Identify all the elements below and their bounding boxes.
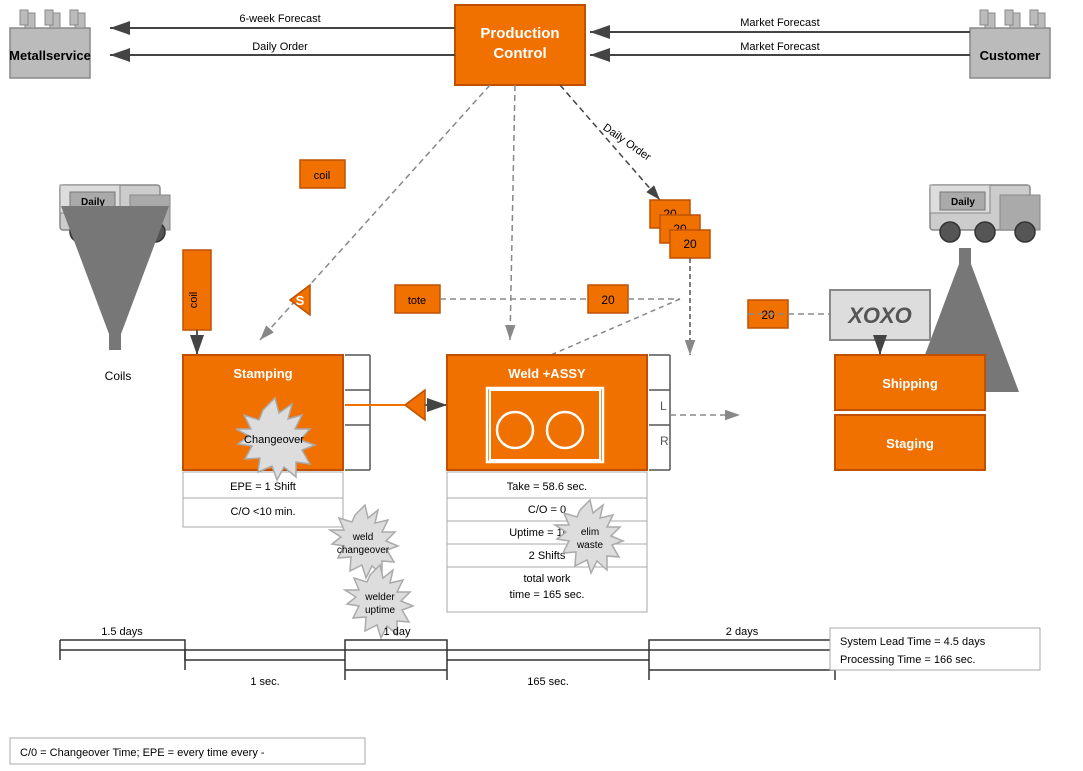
svg-text:20: 20 xyxy=(663,207,677,221)
svg-text:Weld +ASSY: Weld +ASSY xyxy=(508,366,586,381)
svg-text:C/0 = Changeover Time; EPE = e: C/0 = Changeover Time; EPE = every time … xyxy=(20,747,265,759)
svg-text:changeover: changeover xyxy=(337,545,390,556)
svg-text:Take = 58.6 sec.: Take = 58.6 sec. xyxy=(507,481,587,493)
svg-text:C/O <10 min.: C/O <10 min. xyxy=(230,506,295,518)
svg-text:2 days: 2 days xyxy=(726,626,759,638)
svg-text:2 Shifts: 2 Shifts xyxy=(529,550,566,562)
svg-text:Staging: Staging xyxy=(886,436,934,451)
svg-text:weld: weld xyxy=(352,532,374,543)
arrows-svg: Metallservice Customer Production Contro… xyxy=(0,0,1083,771)
svg-text:20: 20 xyxy=(673,222,687,236)
svg-text:elim: elim xyxy=(581,527,599,538)
svg-text:Daily: Daily xyxy=(81,197,105,208)
svg-text:1 sec.: 1 sec. xyxy=(250,676,279,688)
svg-text:20: 20 xyxy=(761,308,775,322)
svg-text:L: L xyxy=(660,399,667,413)
svg-text:Metallservice: Metallservice xyxy=(9,48,91,63)
svg-text:Daily Order: Daily Order xyxy=(252,41,308,53)
svg-text:waste: waste xyxy=(576,540,604,551)
svg-text:XOXO: XOXO xyxy=(846,303,912,328)
svg-text:System Lead Time = 4.5 days: System Lead Time = 4.5 days xyxy=(840,636,986,648)
svg-text:uptime: uptime xyxy=(365,605,395,616)
svg-text:Customer: Customer xyxy=(980,48,1041,63)
svg-text:6-week Forecast: 6-week Forecast xyxy=(239,13,320,25)
svg-text:Market Forecast: Market Forecast xyxy=(740,41,819,53)
svg-text:Daily: Daily xyxy=(951,197,975,208)
svg-text:coil: coil xyxy=(314,170,331,182)
svg-text:Shipping: Shipping xyxy=(882,376,938,391)
svg-text:time = 165 sec.: time = 165 sec. xyxy=(510,589,585,601)
svg-text:Coils: Coils xyxy=(105,369,132,383)
svg-text:Changeover: Changeover xyxy=(244,434,304,446)
svg-text:Production: Production xyxy=(480,25,559,42)
svg-text:Market Forecast: Market Forecast xyxy=(740,17,819,29)
svg-text:tote: tote xyxy=(408,295,426,307)
svg-text:C/O = 0: C/O = 0 xyxy=(528,504,566,516)
svg-text:R: R xyxy=(660,434,669,448)
svg-text:coil: coil xyxy=(188,292,200,309)
svg-text:Processing Time = 166 sec.: Processing Time = 166 sec. xyxy=(840,654,975,666)
svg-text:total work: total work xyxy=(523,573,571,585)
svg-text:Stamping: Stamping xyxy=(233,366,292,381)
svg-text:1 day: 1 day xyxy=(384,626,411,638)
diagram: Metallservice Customer Production Contro… xyxy=(0,0,1083,771)
svg-text:Daily Order: Daily Order xyxy=(600,122,653,164)
svg-text:Uptime = 100%: Uptime = 100% xyxy=(509,527,585,539)
svg-text:1.5 days: 1.5 days xyxy=(101,626,143,638)
svg-text:20: 20 xyxy=(601,293,615,307)
svg-text:Control: Control xyxy=(493,45,546,62)
svg-text:20: 20 xyxy=(683,237,697,251)
svg-text:welder: welder xyxy=(364,592,395,603)
svg-text:165 sec.: 165 sec. xyxy=(527,676,569,688)
svg-text:S: S xyxy=(296,293,305,308)
svg-text:EPE = 1 Shift: EPE = 1 Shift xyxy=(230,481,296,493)
